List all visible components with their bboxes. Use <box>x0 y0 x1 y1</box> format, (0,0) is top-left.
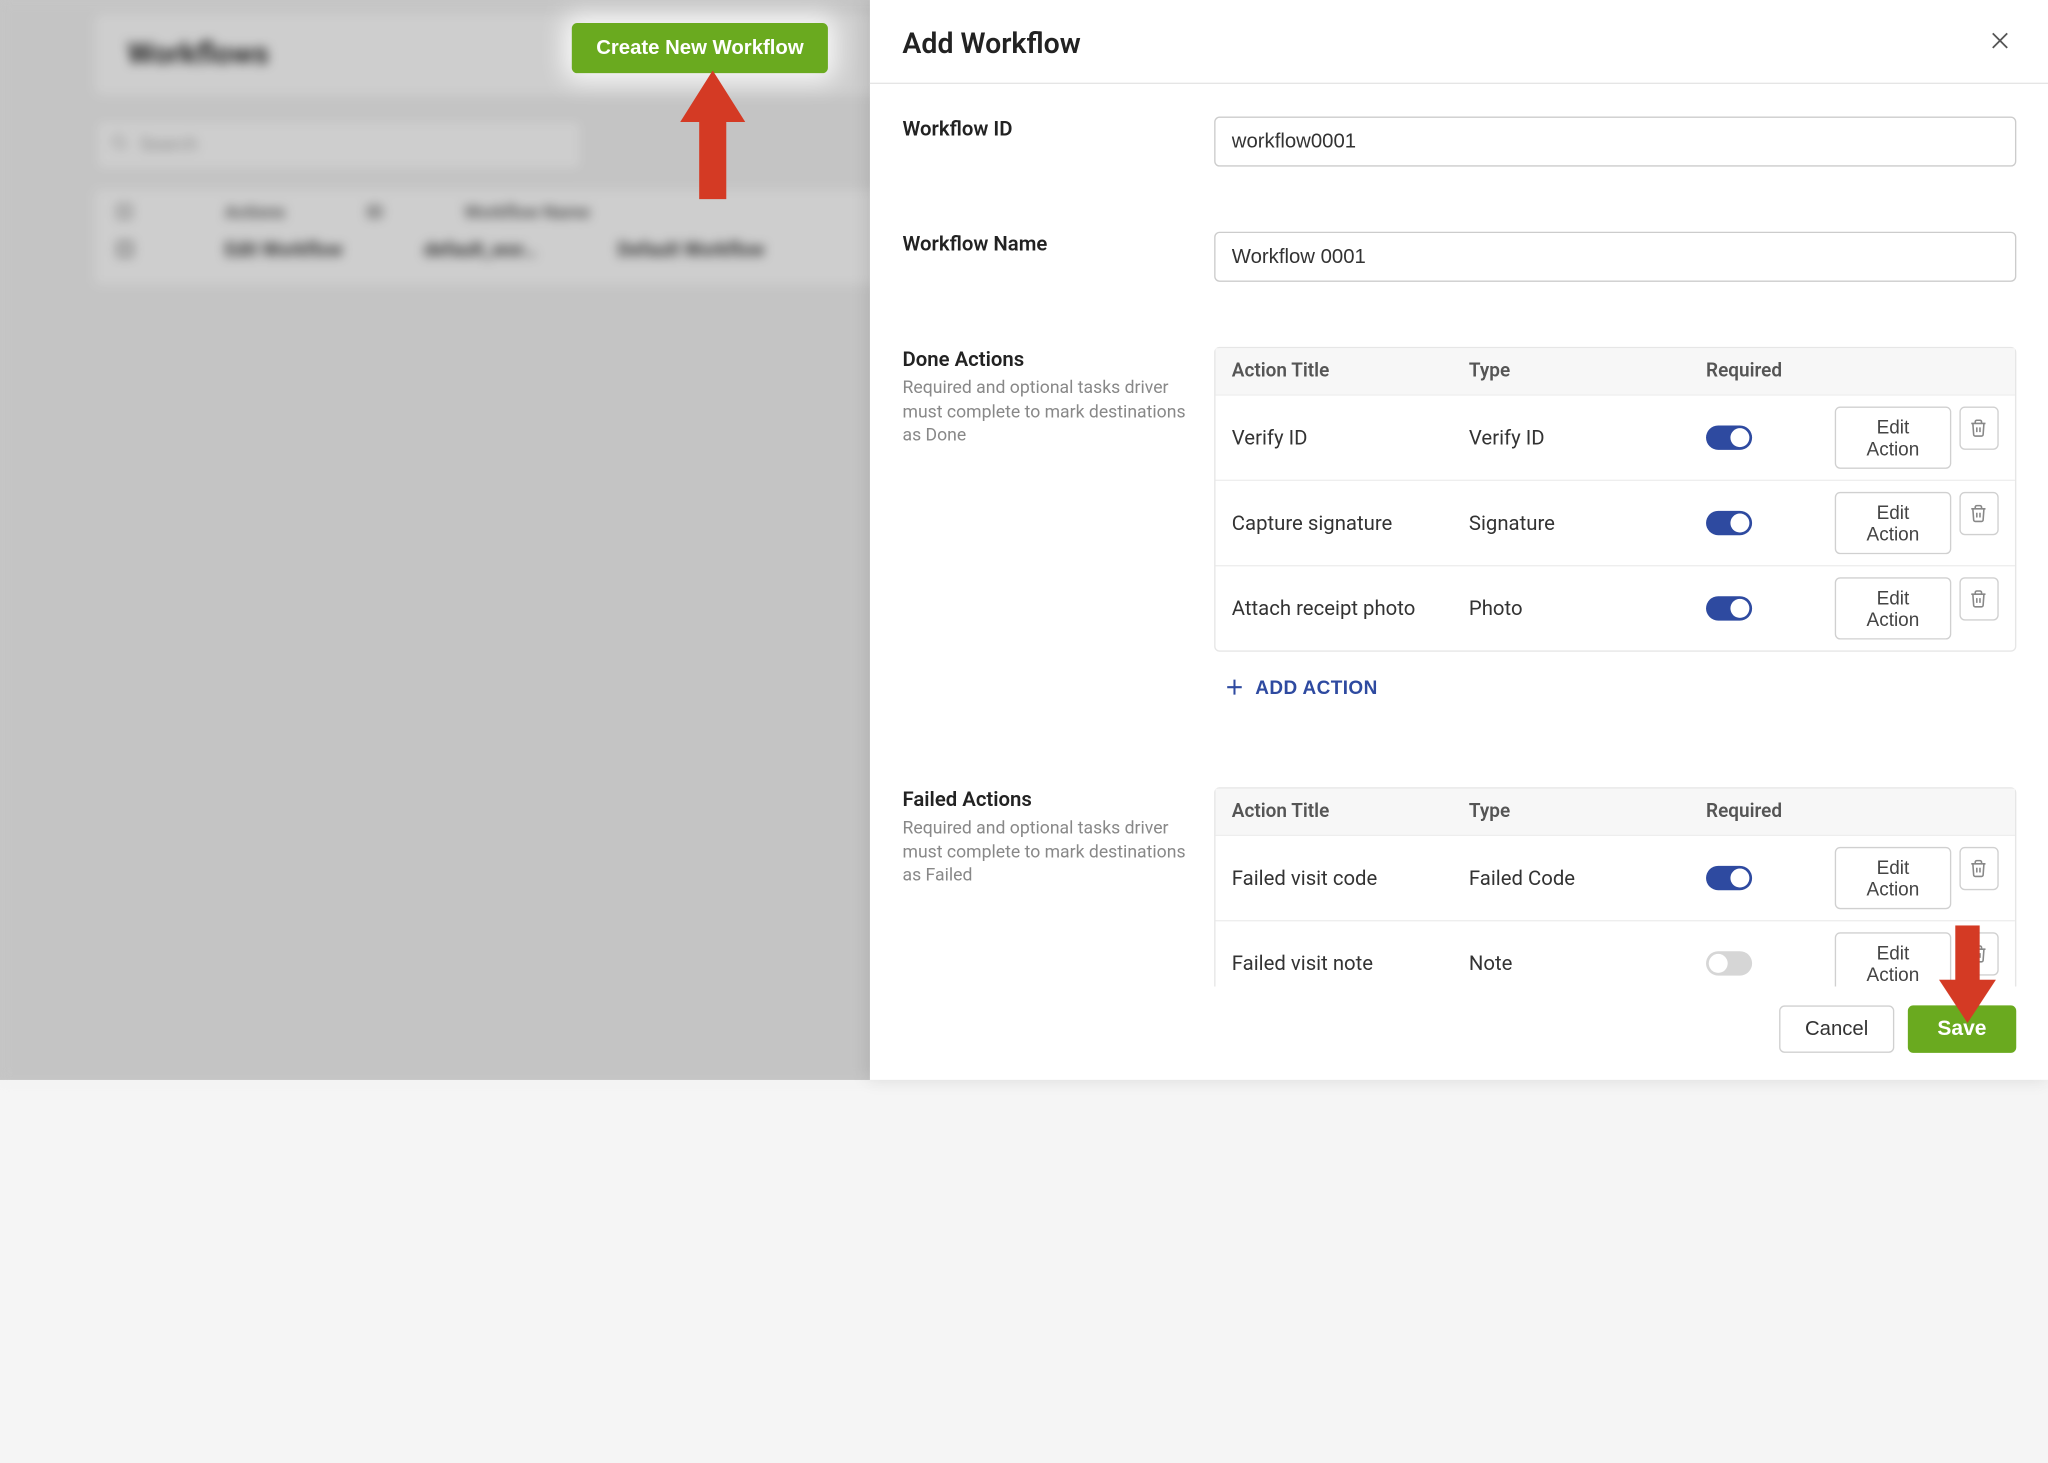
close-button[interactable] <box>1984 24 2017 63</box>
edit-action-button[interactable]: Edit Action <box>1835 932 1951 986</box>
table-row: Failed visit code Failed Code Edit Actio… <box>1215 835 2014 920</box>
done-actions-table: Action Title Type Required Verify ID Ver… <box>1214 347 2016 652</box>
table-header: Action Title Type Required <box>1215 789 2014 835</box>
delete-action-button[interactable] <box>1959 492 1998 535</box>
add-action-label: ADD ACTION <box>1255 676 1377 698</box>
required-toggle[interactable] <box>1706 511 1752 535</box>
cell-title: Failed visit note <box>1232 951 1469 975</box>
cell-type: Verify ID <box>1469 425 1706 449</box>
delete-action-button[interactable] <box>1959 577 1998 620</box>
table-row: Attach receipt photo Photo Edit Action <box>1215 565 2014 650</box>
delete-action-button[interactable] <box>1959 847 1998 890</box>
delete-action-button[interactable] <box>1959 407 1998 450</box>
table-row: Failed visit note Note Edit Action <box>1215 920 2014 986</box>
table-header: Action Title Type Required <box>1215 348 2014 394</box>
workflow-name-input[interactable] <box>1214 232 2016 282</box>
table-row: Capture signature Signature Edit Action <box>1215 480 2014 565</box>
required-toggle[interactable] <box>1706 425 1752 449</box>
cell-title: Capture signature <box>1232 511 1469 535</box>
panel-footer: Cancel Save <box>870 986 2048 1079</box>
col-required: Required <box>1706 360 1835 382</box>
failed-actions-label: Failed Actions <box>902 787 1187 811</box>
cell-type: Note <box>1469 951 1706 975</box>
arrow-annotation-create <box>667 70 759 206</box>
trash-icon <box>1969 859 1988 878</box>
table-row: Verify ID Verify ID Edit Action <box>1215 394 2014 479</box>
trash-icon <box>1969 419 1988 438</box>
workflow-name-label: Workflow Name <box>902 232 1187 256</box>
add-workflow-panel: Add Workflow Workflow ID Workflow Name <box>870 0 2048 1080</box>
close-icon <box>1989 30 2011 52</box>
required-toggle[interactable] <box>1706 866 1752 890</box>
cell-type: Photo <box>1469 596 1706 620</box>
col-required: Required <box>1706 801 1835 823</box>
col-type: Type <box>1469 360 1706 382</box>
workflow-id-label: Workflow ID <box>902 117 1187 141</box>
done-actions-sub: Required and optional tasks driver must … <box>902 377 1187 448</box>
failed-actions-sub: Required and optional tasks driver must … <box>902 817 1187 888</box>
edit-action-button[interactable]: Edit Action <box>1835 492 1951 554</box>
arrow-annotation-save <box>1939 925 1996 1023</box>
trash-icon <box>1969 589 1988 608</box>
edit-action-button[interactable]: Edit Action <box>1835 577 1951 639</box>
col-action-title: Action Title <box>1232 360 1469 382</box>
cell-title: Attach receipt photo <box>1232 596 1469 620</box>
plus-icon: ＋ <box>1225 673 1244 700</box>
panel-title: Add Workflow <box>902 28 1080 61</box>
add-done-action-button[interactable]: ＋ ADD ACTION <box>1214 652 1388 722</box>
required-toggle[interactable] <box>1706 951 1752 975</box>
col-action-title: Action Title <box>1232 801 1469 823</box>
edit-action-button[interactable]: Edit Action <box>1835 847 1951 909</box>
edit-action-button[interactable]: Edit Action <box>1835 407 1951 469</box>
cell-type: Failed Code <box>1469 866 1706 890</box>
required-toggle[interactable] <box>1706 596 1752 620</box>
cancel-button[interactable]: Cancel <box>1779 1005 1894 1052</box>
create-new-workflow-button[interactable]: Create New Workflow <box>572 23 828 73</box>
cell-title: Verify ID <box>1232 425 1469 449</box>
workflow-id-input[interactable] <box>1214 117 2016 167</box>
col-type: Type <box>1469 801 1706 823</box>
cell-type: Signature <box>1469 511 1706 535</box>
failed-actions-table: Action Title Type Required Failed visit … <box>1214 787 2016 986</box>
done-actions-label: Done Actions <box>902 347 1187 371</box>
cell-title: Failed visit code <box>1232 866 1469 890</box>
trash-icon <box>1969 504 1988 523</box>
